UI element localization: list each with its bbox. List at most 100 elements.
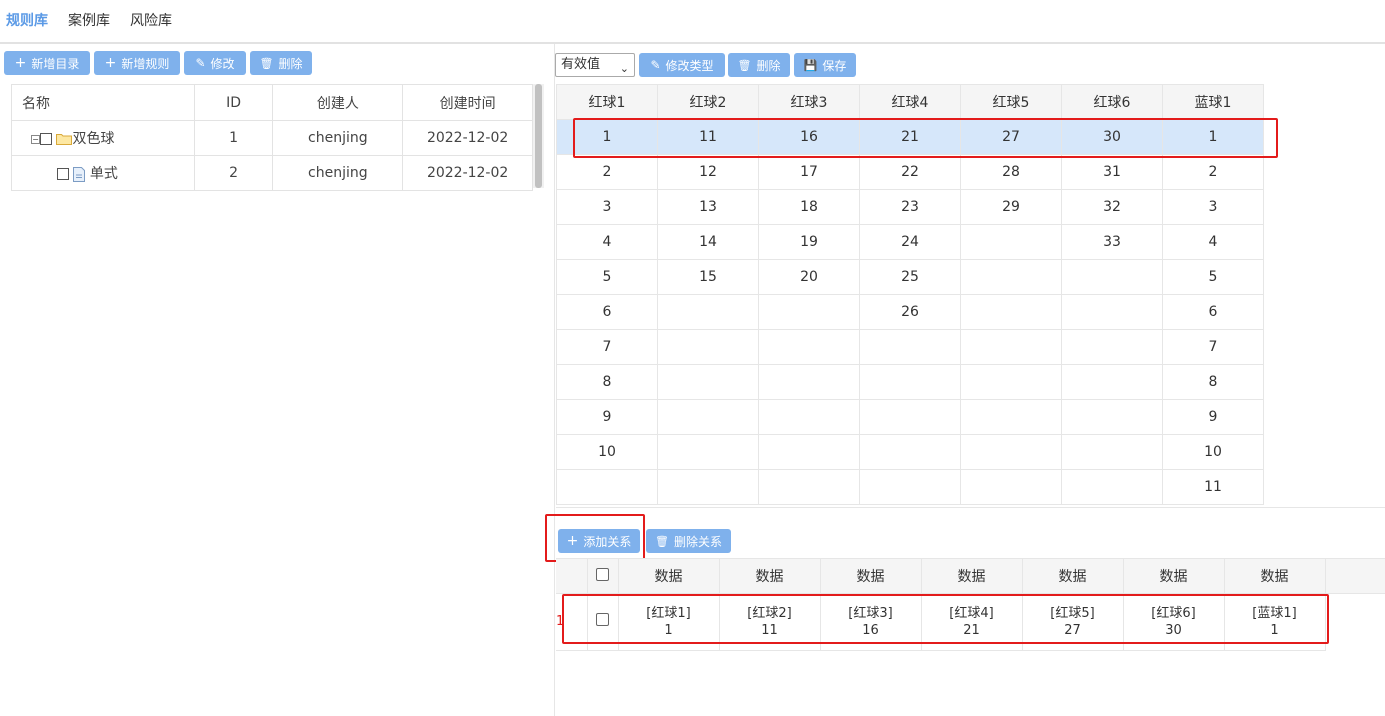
tab-risks[interactable]: 风险库 (130, 10, 172, 30)
grid-cell[interactable] (758, 294, 860, 330)
checkbox[interactable] (57, 168, 69, 180)
grid-cell[interactable] (1061, 399, 1163, 435)
grid-row[interactable]: 4 14 19 24 33 4 (556, 224, 1264, 260)
tab-cases[interactable]: 案例库 (68, 10, 110, 30)
checkbox[interactable] (40, 133, 52, 145)
relation-header[interactable]: 数据 (921, 558, 1023, 594)
relation-cell[interactable]: [蓝球1] 1 (1224, 594, 1326, 651)
grid-cell[interactable]: 31 (1061, 154, 1163, 190)
grid-cell[interactable] (1061, 294, 1163, 330)
col-created[interactable]: 创建时间 (402, 84, 533, 121)
grid-cell[interactable] (960, 329, 1062, 365)
grid-cell[interactable]: 10 (1162, 434, 1264, 470)
relation-header[interactable]: 数据 (618, 558, 720, 594)
relation-cell[interactable]: [红球5] 27 (1022, 594, 1124, 651)
grid-header[interactable]: 红球3 (758, 84, 860, 120)
add-directory-button[interactable]: + 新增目录 (4, 51, 90, 75)
grid-cell[interactable] (859, 469, 961, 505)
grid-cell[interactable] (657, 364, 759, 400)
grid-cell[interactable]: 22 (859, 154, 961, 190)
edit-button[interactable]: ✎ 修改 (184, 51, 246, 75)
grid-header[interactable]: 红球6 (1061, 84, 1163, 120)
grid-cell[interactable]: 7 (1162, 329, 1264, 365)
grid-cell[interactable]: 16 (758, 119, 860, 155)
grid-cell[interactable] (960, 224, 1062, 260)
grid-cell[interactable] (1061, 364, 1163, 400)
grid-cell[interactable] (859, 434, 961, 470)
grid-cell[interactable]: 11 (657, 119, 759, 155)
relation-header[interactable]: 数据 (1022, 558, 1124, 594)
grid-row[interactable]: 88 (556, 364, 1264, 400)
grid-cell[interactable]: 21 (859, 119, 961, 155)
grid-cell[interactable] (1061, 259, 1163, 295)
grid-cell[interactable]: 4 (556, 224, 658, 260)
col-name[interactable]: 名称 (11, 84, 195, 121)
add-relation-button[interactable]: + 添加关系 (558, 529, 640, 553)
grid-cell[interactable]: 2 (1162, 154, 1264, 190)
grid-cell[interactable]: 30 (1061, 119, 1163, 155)
tree-row[interactable]: 单式 2 chenjing 2022-12-02 (11, 155, 533, 191)
grid-cell[interactable] (657, 434, 759, 470)
select-all-cell[interactable] (587, 558, 619, 594)
grid-cell[interactable] (758, 469, 860, 505)
grid-cell[interactable]: 27 (960, 119, 1062, 155)
grid-cell[interactable]: 6 (556, 294, 658, 330)
grid-cell[interactable]: 23 (859, 189, 961, 225)
relation-header[interactable]: 数据 (1224, 558, 1326, 594)
relation-cell[interactable]: [红球6] 30 (1123, 594, 1225, 651)
grid-cell[interactable] (960, 434, 1062, 470)
grid-cell[interactable]: 2 (556, 154, 658, 190)
tree-scrollbar[interactable] (535, 84, 542, 188)
col-creator[interactable]: 创建人 (272, 84, 404, 121)
add-rule-button[interactable]: + 新增规则 (94, 51, 180, 75)
grid-cell[interactable] (556, 469, 658, 505)
grid-cell[interactable]: 4 (1162, 224, 1264, 260)
select-all-checkbox[interactable] (596, 567, 609, 581)
grid-cell[interactable]: 17 (758, 154, 860, 190)
grid-cell[interactable] (758, 434, 860, 470)
relation-cell[interactable]: [红球3] 16 (820, 594, 922, 651)
grid-cell[interactable]: 9 (1162, 399, 1264, 435)
grid-header[interactable]: 红球2 (657, 84, 759, 120)
grid-cell[interactable]: 8 (556, 364, 658, 400)
grid-cell[interactable]: 12 (657, 154, 759, 190)
grid-header[interactable]: 红球4 (859, 84, 961, 120)
grid-cell[interactable] (657, 294, 759, 330)
grid-cell[interactable]: 9 (556, 399, 658, 435)
grid-cell[interactable]: 14 (657, 224, 759, 260)
grid-cell[interactable]: 19 (758, 224, 860, 260)
grid-cell[interactable]: 5 (556, 259, 658, 295)
grid-row[interactable]: 77 (556, 329, 1264, 365)
grid-row[interactable]: 1 11 16 21 27 30 1 (556, 119, 1264, 155)
relation-row[interactable]: 1 [红球1] 1 [红球2] 11 [红球3] 16 [红球4] 21 [红球5] 27 [红球6… (556, 594, 1326, 651)
grid-header[interactable]: 蓝球1 (1162, 84, 1264, 120)
value-type-select[interactable]: 有效值 ⌄ (555, 53, 635, 77)
grid-cell[interactable] (1061, 329, 1163, 365)
row-checkbox[interactable] (596, 612, 609, 626)
grid-cell[interactable]: 28 (960, 154, 1062, 190)
tree-node-cell[interactable]: − 双色球 (11, 120, 195, 156)
grid-cell[interactable]: 6 (1162, 294, 1264, 330)
grid-cell[interactable] (859, 329, 961, 365)
grid-cell[interactable] (657, 469, 759, 505)
grid-cell[interactable]: 10 (556, 434, 658, 470)
grid-cell[interactable] (960, 469, 1062, 505)
grid-row[interactable]: 11 (556, 469, 1264, 505)
grid-cell[interactable]: 26 (859, 294, 961, 330)
tab-rules[interactable]: 规则库 (6, 10, 48, 30)
relation-cell[interactable]: [红球1] 1 (618, 594, 720, 651)
grid-cell[interactable]: 7 (556, 329, 658, 365)
tree-row[interactable]: − 双色球 1 chenjing 2022-12-02 (11, 120, 533, 156)
grid-cell[interactable]: 3 (1162, 189, 1264, 225)
edit-type-button[interactable]: ✎ 修改类型 (639, 53, 725, 77)
grid-cell[interactable]: 24 (859, 224, 961, 260)
delete-column-button[interactable]: 🗑 删除 (728, 53, 790, 77)
grid-cell[interactable] (960, 259, 1062, 295)
grid-cell[interactable]: 1 (556, 119, 658, 155)
relation-cell[interactable]: [红球2] 11 (719, 594, 821, 651)
grid-row[interactable]: 6 26 6 (556, 294, 1264, 330)
grid-cell[interactable]: 18 (758, 189, 860, 225)
grid-cell[interactable]: 8 (1162, 364, 1264, 400)
save-button[interactable]: 💾 保存 (794, 53, 856, 77)
grid-cell[interactable] (758, 399, 860, 435)
